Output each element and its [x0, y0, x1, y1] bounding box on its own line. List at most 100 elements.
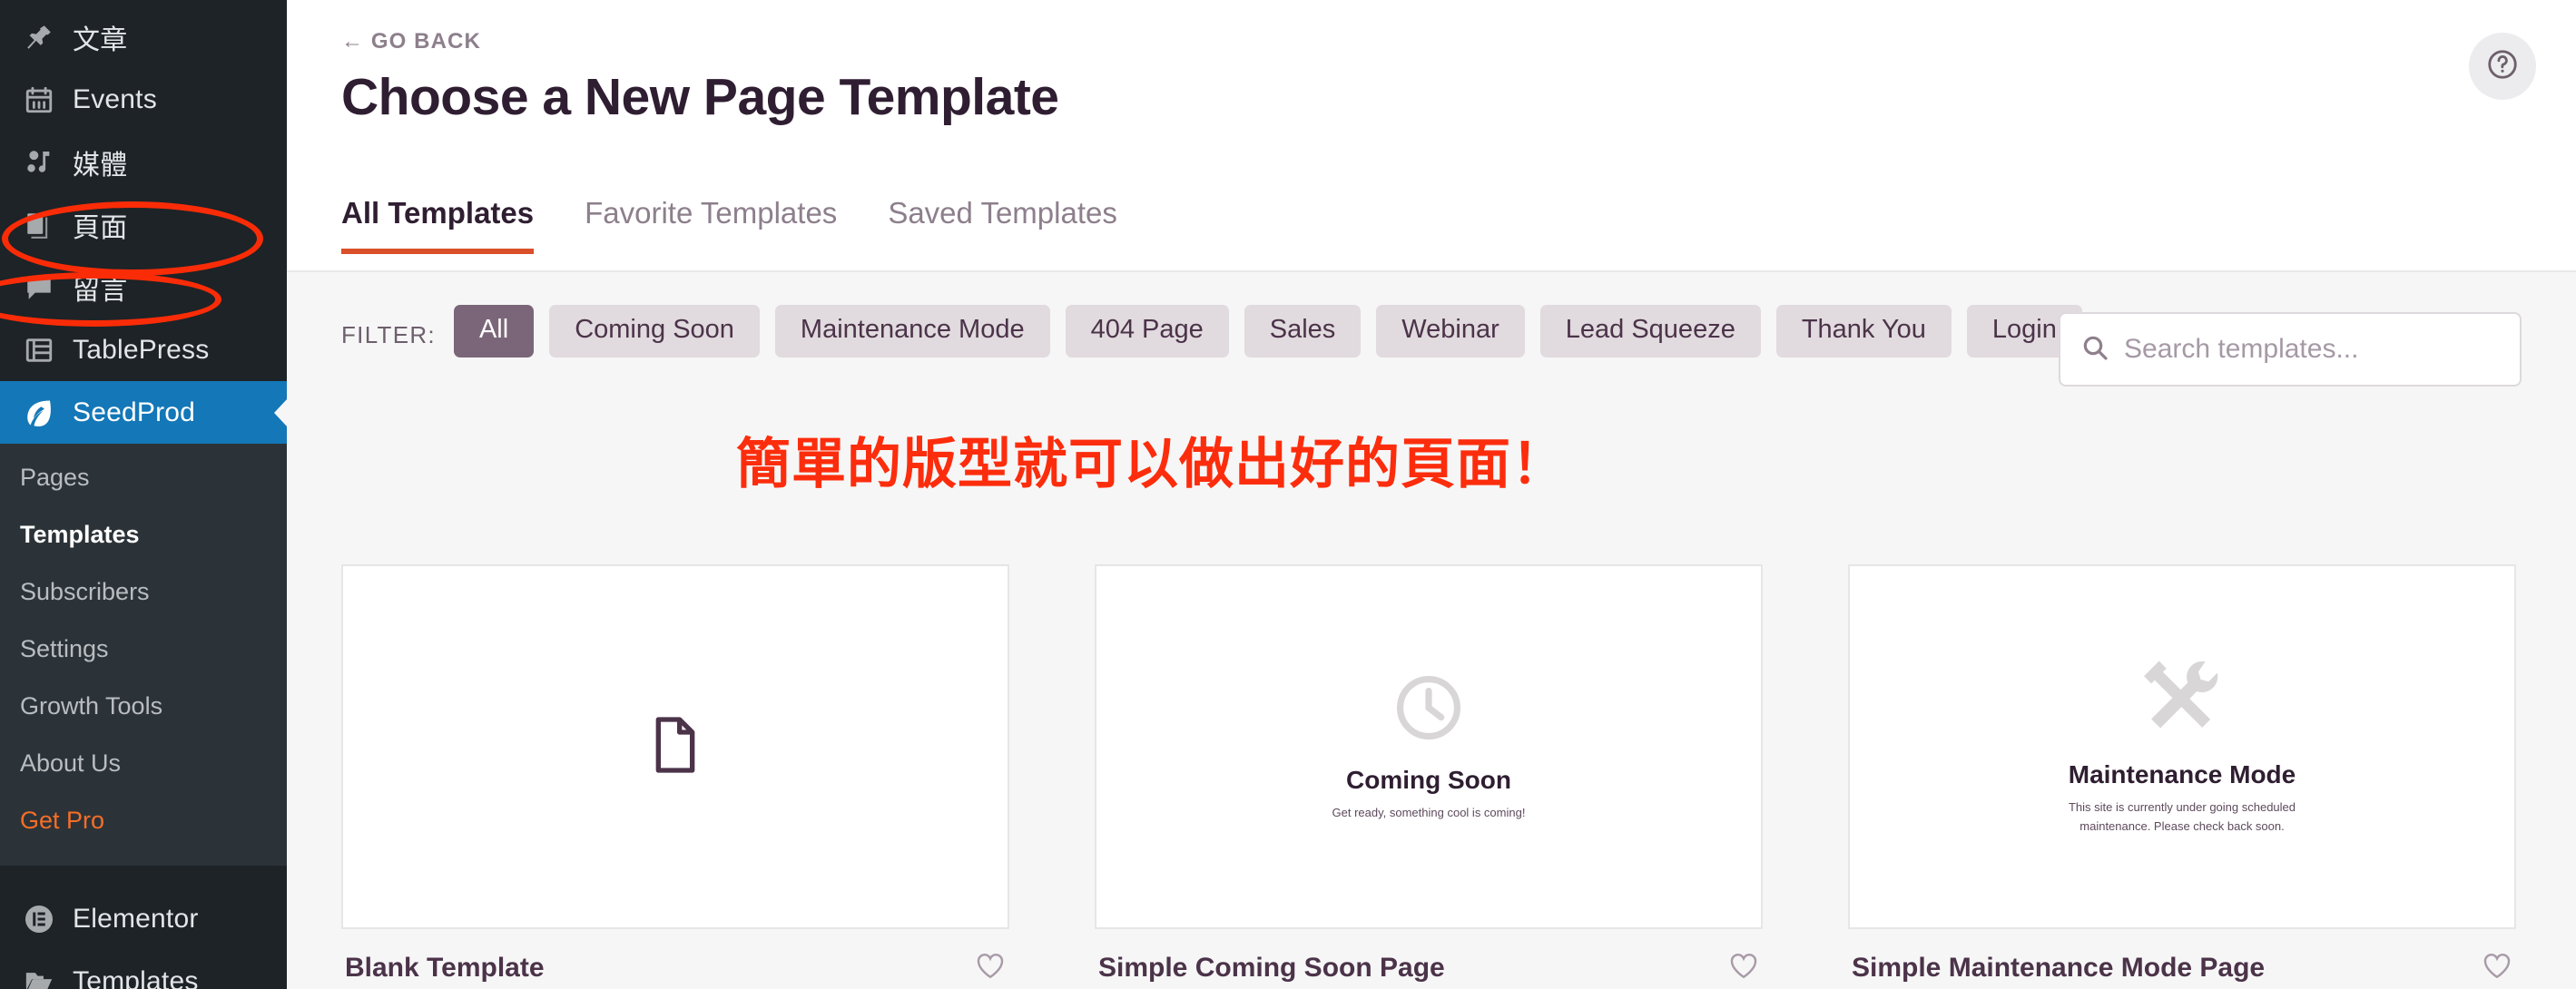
annotation-text: 簡單的版型就可以做出好的頁面！: [736, 433, 1567, 496]
sidebar-subitem-settings[interactable]: Settings: [0, 621, 287, 678]
sidebar-subitem-pages[interactable]: Pages: [0, 449, 287, 506]
template-meta: Simple Maintenance Mode Page: [1848, 929, 2516, 989]
sidebar-subitem-growth-tools[interactable]: Growth Tools: [0, 678, 287, 735]
tab-favorite-templates[interactable]: Favorite Templates: [585, 196, 837, 254]
filter-chip-all[interactable]: All: [453, 305, 535, 357]
chip-label: Webinar: [1401, 315, 1499, 344]
sidebar-item-templates[interactable]: Templates: [0, 950, 287, 989]
chip-label: Thank You: [1801, 315, 1926, 344]
coming-soon-preview: Coming Soon Get ready, something cool is…: [1096, 566, 1761, 927]
template-tabs: All Templates Favorite Templates Saved T…: [341, 167, 2576, 254]
seedprod-submenu: Pages Templates Subscribers Settings Gro…: [0, 444, 287, 866]
sidebar-item-label: Templates: [73, 965, 199, 989]
tab-all-templates[interactable]: All Templates: [341, 196, 535, 254]
template-grid: Blank Template Coming Soon Get ready, so…: [341, 564, 2522, 989]
sidebar-subitem-label: Templates: [20, 521, 140, 548]
sidebar-subitem-get-pro[interactable]: Get Pro: [0, 792, 287, 849]
folder-icon: [15, 966, 64, 989]
templates-body: FILTER: All Coming Soon Maintenance Mode…: [287, 272, 2576, 989]
sidebar-item-label: 頁面: [73, 212, 128, 243]
document-icon: [650, 715, 701, 779]
page-header: ← GO BACK Choose a New Page Template All…: [287, 0, 2576, 272]
filter-chip-webinar[interactable]: Webinar: [1376, 305, 1525, 357]
admin-sidebar: 文章 Events 媒體 頁面 留言 TablePress SeedProd P…: [0, 0, 287, 989]
filter-chip-maintenance-mode[interactable]: Maintenance Mode: [774, 305, 1050, 357]
help-button[interactable]: [2469, 33, 2536, 100]
sidebar-item-comments[interactable]: 留言: [0, 256, 287, 318]
sidebar-item-label: Events: [73, 83, 157, 114]
sidebar-item-label: 媒體: [73, 150, 128, 181]
filter-chip-404-page[interactable]: 404 Page: [1065, 305, 1229, 357]
filter-chip-coming-soon[interactable]: Coming Soon: [549, 305, 760, 357]
search-icon: [2080, 333, 2109, 367]
media-icon: [15, 147, 64, 178]
blank-preview: [343, 566, 1008, 927]
elementor-icon: [15, 903, 64, 935]
sidebar-item-elementor[interactable]: Elementor: [0, 887, 287, 950]
sidebar-item-events[interactable]: Events: [0, 68, 287, 131]
maintenance-preview: Maintenance Mode This site is currently …: [1850, 566, 2514, 927]
preview-subtitle: This site is currently under going sched…: [2068, 800, 2296, 833]
tab-label: Favorite Templates: [585, 196, 838, 230]
tools-icon: [2137, 658, 2227, 744]
template-preview[interactable]: Coming Soon Get ready, something cool is…: [1095, 564, 1763, 929]
admin-screen: 文章 Events 媒體 頁面 留言 TablePress SeedProd P…: [0, 0, 2576, 989]
template-name: Blank Template: [345, 952, 545, 983]
go-back-link[interactable]: ← GO BACK: [341, 29, 481, 54]
template-name: Simple Maintenance Mode Page: [1852, 952, 2266, 983]
sidebar-item-label: TablePress: [73, 334, 210, 365]
sidebar-subitem-templates[interactable]: Templates: [0, 506, 287, 563]
tab-label: Saved Templates: [888, 196, 1117, 230]
sidebar-subitem-label: Subscribers: [20, 578, 150, 605]
sidebar-subitem-label: Pages: [20, 464, 90, 491]
sidebar-item-media[interactable]: 媒體: [0, 131, 287, 193]
search-input[interactable]: [2124, 334, 2500, 365]
sidebar-item-label: 文章: [73, 24, 128, 55]
heart-icon[interactable]: [2482, 951, 2512, 984]
question-mark-icon: [2485, 47, 2520, 86]
heart-icon[interactable]: [1728, 951, 1759, 984]
clock-icon: [1391, 671, 1466, 749]
sidebar-item-seedprod[interactable]: SeedProd: [0, 381, 287, 444]
sidebar-subitem-subscribers[interactable]: Subscribers: [0, 563, 287, 621]
template-name: Simple Coming Soon Page: [1098, 952, 1445, 983]
table-icon: [15, 335, 64, 366]
chip-label: 404 Page: [1090, 315, 1204, 344]
template-card[interactable]: Blank Template: [341, 564, 1009, 989]
main-content: ← GO BACK Choose a New Page Template All…: [287, 0, 2576, 989]
sidebar-item-label: 留言: [73, 275, 128, 306]
template-card[interactable]: Coming Soon Get ready, something cool is…: [1095, 564, 1763, 989]
filter-chip-thank-you[interactable]: Thank You: [1775, 305, 1952, 357]
tab-label: All Templates: [341, 196, 535, 230]
preview-subtitle: Get ready, something cool is coming!: [1332, 806, 1526, 820]
sidebar-item-pages[interactable]: 頁面: [0, 193, 287, 256]
page-title: Choose a New Page Template: [341, 68, 1059, 126]
chip-label: Maintenance Mode: [800, 315, 1025, 344]
sidebar-item-tablepress[interactable]: TablePress: [0, 318, 287, 381]
template-preview[interactable]: [341, 564, 1009, 929]
tab-saved-templates[interactable]: Saved Templates: [888, 196, 1117, 254]
pin-icon: [15, 22, 64, 53]
filter-chip-sales[interactable]: Sales: [1244, 305, 1362, 357]
comment-icon: [15, 272, 64, 303]
template-meta: Simple Coming Soon Page: [1095, 929, 1763, 989]
sidebar-item-posts[interactable]: 文章: [0, 5, 287, 68]
filters-row: FILTER: All Coming Soon Maintenance Mode…: [341, 272, 2522, 387]
template-preview[interactable]: Maintenance Mode This site is currently …: [1848, 564, 2516, 929]
filter-chip-lead-squeeze[interactable]: Lead Squeeze: [1539, 305, 1761, 357]
sidebar-subitem-label: Settings: [20, 635, 109, 662]
heart-icon[interactable]: [975, 951, 1006, 984]
template-card[interactable]: Maintenance Mode This site is currently …: [1848, 564, 2516, 989]
sidebar-divider: [0, 866, 287, 887]
sidebar-subitem-label: Growth Tools: [20, 692, 163, 720]
sidebar-subitem-label: Get Pro: [20, 807, 105, 834]
preview-title: Maintenance Mode: [2068, 760, 2296, 789]
sidebar-item-label: Elementor: [73, 903, 199, 934]
sidebar-item-label: SeedProd: [73, 397, 196, 427]
sidebar-subitem-about-us[interactable]: About Us: [0, 735, 287, 792]
search-box[interactable]: [2059, 312, 2522, 387]
seedprod-leaf-icon: [15, 397, 64, 429]
preview-title: Coming Soon: [1346, 766, 1511, 795]
pages-icon: [15, 210, 64, 240]
chip-label: Coming Soon: [575, 315, 734, 344]
